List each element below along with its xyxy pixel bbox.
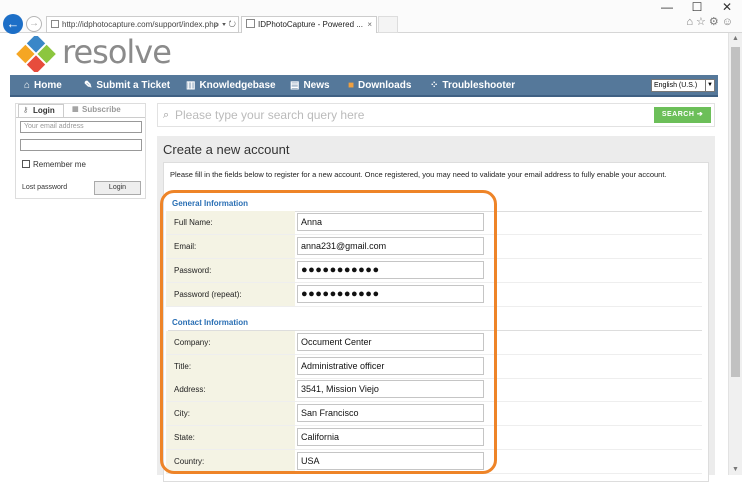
nav-news[interactable]: ▤ News xyxy=(290,75,330,97)
nav-submit-ticket[interactable]: ✎ Submit a Ticket xyxy=(84,75,170,97)
home-browser-icon[interactable]: ⌂ xyxy=(686,16,696,28)
browser-tab[interactable]: IDPhotoCapture - Powered ... × xyxy=(241,16,377,33)
pencil-icon: ✎ xyxy=(84,80,93,91)
address-url: http://idphotocapture.com/support/index.… xyxy=(62,20,219,29)
address-bar[interactable]: http://idphotocapture.com/support/index.… xyxy=(46,16,239,33)
language-value: English (U.S.) xyxy=(654,82,698,89)
tab-subscribe-label: Subscribe xyxy=(82,105,121,114)
lost-password-link[interactable]: Lost password xyxy=(22,184,67,191)
login-password-input[interactable] xyxy=(20,139,142,151)
close-tab-icon[interactable]: × xyxy=(367,17,372,33)
tab-login[interactable]: ⚷ Login xyxy=(18,104,64,117)
tab-login-label: Login xyxy=(33,106,55,115)
language-select[interactable]: English (U.S.) ▼ xyxy=(651,79,715,92)
vertical-scrollbar[interactable]: ▲ ▼ xyxy=(728,33,742,475)
settings-icon[interactable]: ⚙ xyxy=(709,16,722,28)
nav-news-label: News xyxy=(303,80,330,91)
nav-submit-ticket-label: Submit a Ticket xyxy=(96,80,171,91)
minimize-button[interactable]: — xyxy=(652,0,682,14)
nav-home-label: Home xyxy=(34,80,62,91)
remember-me-label: Remember me xyxy=(33,160,86,169)
scroll-thumb[interactable] xyxy=(731,47,740,377)
login-email-input[interactable]: Your email address xyxy=(20,121,142,133)
search-input[interactable]: Please type your search query here xyxy=(175,108,364,122)
home-icon: ⌂ xyxy=(24,80,31,91)
nav-knowledgebase[interactable]: ▥ Knowledgebase xyxy=(186,75,276,97)
logo-text: resolve xyxy=(62,33,172,71)
new-tab-button[interactable] xyxy=(378,16,398,33)
remember-me-checkbox[interactable]: Remember me xyxy=(22,160,86,169)
maximize-button[interactable]: ☐ xyxy=(682,0,712,14)
troubleshooter-icon: ⁘ xyxy=(430,80,439,91)
nav-downloads[interactable]: ■ Downloads xyxy=(348,75,411,97)
scroll-up-icon[interactable]: ▲ xyxy=(732,35,739,42)
intro-text: Please fill in the fields below to regis… xyxy=(170,170,667,179)
login-tab-divider xyxy=(16,117,145,118)
nav-troubleshooter[interactable]: ⁘ Troubleshooter xyxy=(430,75,515,97)
forward-button[interactable]: → xyxy=(26,16,42,32)
login-button[interactable]: Login xyxy=(94,181,141,195)
address-tools[interactable]: ⌕ ▾ ↻ xyxy=(215,17,236,32)
page-icon xyxy=(51,20,59,28)
nav-home[interactable]: ⌂ Home xyxy=(24,75,62,97)
nav-troubleshooter-label: Troubleshooter xyxy=(442,80,516,91)
search-button-label: SEARCH xyxy=(661,111,695,118)
book-icon: ▥ xyxy=(186,80,196,91)
favorites-icon[interactable]: ☆ xyxy=(696,16,709,28)
search-bar: ⌕ Please type your search query here SEA… xyxy=(157,103,715,127)
scroll-down-icon[interactable]: ▼ xyxy=(732,466,739,473)
back-button[interactable]: ← xyxy=(3,14,23,34)
subscribe-icon: ▦ xyxy=(72,106,79,113)
checkbox-icon[interactable] xyxy=(22,160,30,168)
login-box: ⚷ Login ▦ Subscribe Your email address Rem… xyxy=(15,103,146,199)
highlight-outline xyxy=(160,190,497,474)
search-icon: ⌕ xyxy=(163,109,170,121)
tab-subscribe[interactable]: ▦ Subscribe xyxy=(68,104,126,117)
key-icon: ⚷ xyxy=(23,107,29,114)
toolbar-icons[interactable]: ⌂☆⚙☺ xyxy=(686,15,736,28)
chevron-down-icon: ▼ xyxy=(705,80,714,91)
tab-title: IDPhotoCapture - Powered ... xyxy=(258,20,363,29)
nav-knowledgebase-label: Knowledgebase xyxy=(199,80,276,91)
smiley-icon[interactable]: ☺ xyxy=(722,16,736,28)
main-navbar: ⌂ Home ✎ Submit a Ticket ▥ Knowledgebase ▤ N… xyxy=(10,75,718,97)
search-button[interactable]: SEARCH ➔ xyxy=(654,107,711,123)
news-icon: ▤ xyxy=(290,80,300,91)
nav-downloads-label: Downloads xyxy=(358,80,412,91)
close-window-button[interactable]: ✕ xyxy=(712,0,742,14)
download-icon: ■ xyxy=(348,80,355,91)
page-title: Create a new account xyxy=(163,142,290,157)
browser-chrome: — ☐ ✕ ← → http://idphotocapture.com/supp… xyxy=(0,0,742,34)
favicon-icon xyxy=(246,19,255,28)
